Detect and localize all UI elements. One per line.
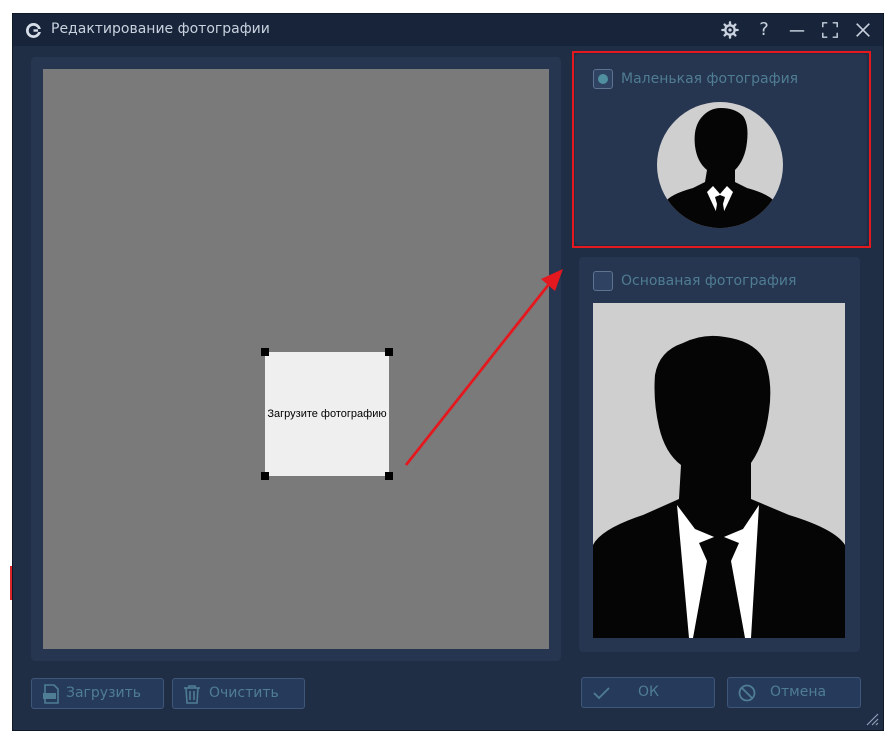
- annotation-arrow: [404, 269, 563, 466]
- cancel-button[interactable]: Отмена: [727, 677, 861, 708]
- crop-handle-top-right[interactable]: [385, 348, 393, 356]
- gear-icon: [721, 21, 739, 39]
- avatar-placeholder-portrait: [593, 303, 845, 638]
- crop-handle-bottom-right[interactable]: [385, 472, 393, 480]
- background-window-edge: [0, 0, 13, 744]
- title-bar: Редактирование фотографии ?: [13, 14, 883, 46]
- close-icon: [856, 23, 870, 37]
- crop-frame[interactable]: Загрузите фотографию: [261, 348, 393, 480]
- photo-editor-dialog: Редактирование фотографии ? Загрузите фо…: [12, 13, 884, 731]
- clear-button-label: Очистить: [209, 685, 279, 701]
- resize-grip-icon[interactable]: [863, 710, 879, 726]
- upload-button[interactable]: Загрузить: [31, 678, 164, 709]
- cancel-button-label: Отмена: [770, 684, 827, 700]
- cancel-circle-icon: [738, 684, 756, 702]
- ok-button[interactable]: ОК: [581, 677, 715, 708]
- upload-prompt: Загрузите фотографию: [267, 408, 387, 420]
- close-button[interactable]: [851, 18, 875, 42]
- upload-button-label: Загрузить: [66, 685, 142, 701]
- crop-handle-top-left[interactable]: [261, 348, 269, 356]
- help-button[interactable]: ?: [752, 18, 776, 42]
- minimize-button[interactable]: [785, 18, 809, 42]
- crop-handle-bottom-left[interactable]: [261, 472, 269, 480]
- selection-highlight: [572, 51, 871, 248]
- checkmark-icon: [593, 687, 610, 700]
- main-photo-radio[interactable]: [593, 271, 613, 291]
- help-icon: ?: [759, 19, 769, 40]
- minimize-icon: [789, 30, 805, 32]
- fullscreen-button[interactable]: [818, 18, 842, 42]
- main-photo-label: Основаная фотография: [621, 273, 797, 289]
- ok-button-label: ОК: [638, 684, 659, 700]
- window-title: Редактирование фотографии: [51, 21, 270, 37]
- main-photo-panel: Основаная фотография: [579, 257, 860, 652]
- settings-button[interactable]: [718, 18, 742, 42]
- clear-button[interactable]: Очистить: [172, 678, 305, 709]
- jpg-file-icon: [43, 684, 59, 704]
- app-logo-icon: [26, 23, 42, 38]
- fullscreen-icon: [822, 22, 838, 38]
- trash-icon: [184, 685, 200, 704]
